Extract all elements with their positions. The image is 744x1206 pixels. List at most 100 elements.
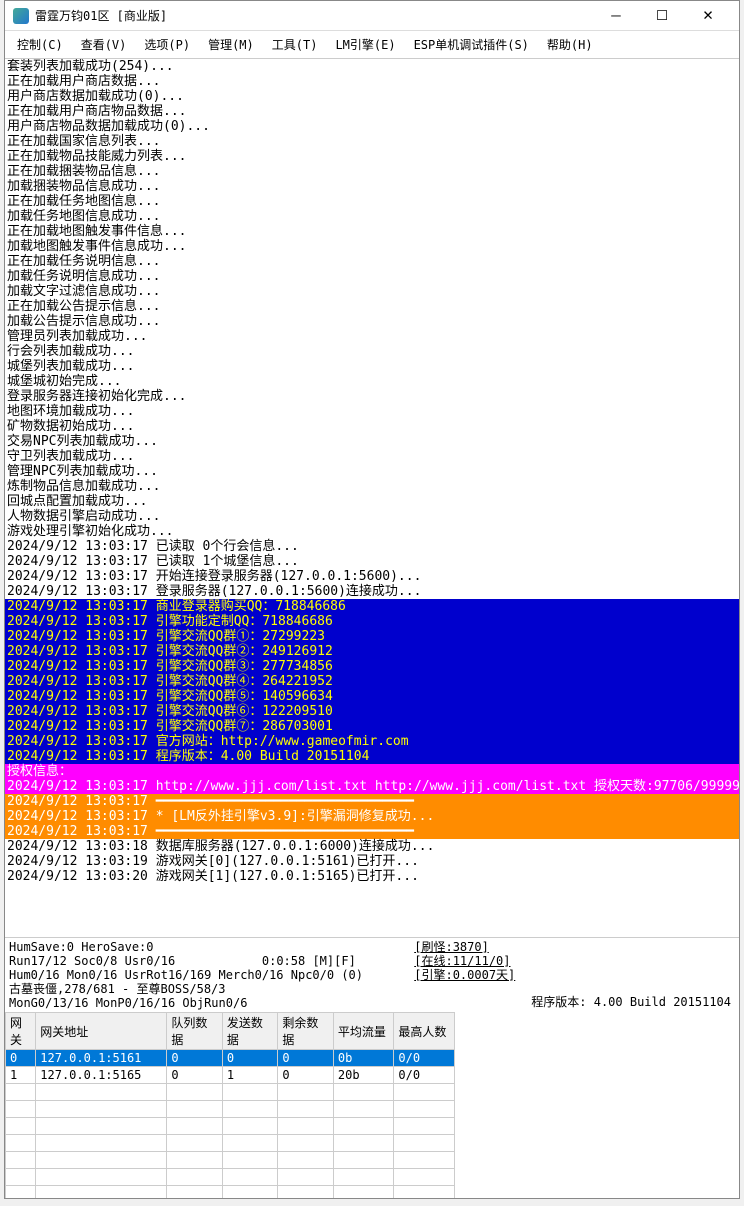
table-cell: 127.0.0.1:5161 bbox=[36, 1050, 167, 1067]
table-cell: 127.0.0.1:5165 bbox=[36, 1067, 167, 1084]
table-row[interactable]: 1127.0.0.1:516501020b0/0 bbox=[6, 1067, 455, 1084]
log-line: 管理员列表加载成功... bbox=[5, 329, 739, 344]
status-spawn: [刷怪:3870] bbox=[414, 940, 515, 954]
table-header[interactable]: 发送数据 bbox=[222, 1013, 277, 1050]
table-row[interactable] bbox=[6, 1169, 455, 1186]
log-line: 2024/9/12 13:03:17 程序版本：4.00 Build 20151… bbox=[5, 749, 739, 764]
status-hum: Hum0/16 Mon0/16 UsrRot16/169 Merch0/16 N… bbox=[9, 968, 402, 982]
log-line: 行会列表加载成功... bbox=[5, 344, 739, 359]
window-title: 雷霆万钧01区 [商业版] bbox=[35, 7, 593, 24]
status-online: [在线:11/11/0] bbox=[414, 954, 515, 968]
log-line: 炼制物品信息加载成功... bbox=[5, 479, 739, 494]
log-area[interactable]: 套装列表加载成功(254)...正在加载用户商店数据...用户商店数据加载成功(… bbox=[5, 59, 739, 937]
table-row[interactable] bbox=[6, 1101, 455, 1118]
log-line: 2024/9/12 13:03:17 引擎交流QQ群①：27299223 bbox=[5, 629, 739, 644]
status-humsave: HumSave:0 HeroSave:0 bbox=[9, 940, 402, 954]
log-line: 2024/9/12 13:03:18 数据库服务器(127.0.0.1:6000… bbox=[5, 839, 739, 854]
log-line: 正在加载任务地图信息... bbox=[5, 194, 739, 209]
log-line: 2024/9/12 13:03:17 开始连接登录服务器(127.0.0.1:5… bbox=[5, 569, 739, 584]
table-cell: 0/0 bbox=[394, 1067, 455, 1084]
table-cell: 0 bbox=[222, 1050, 277, 1067]
table-cell: 0 bbox=[167, 1050, 222, 1067]
table-row[interactable] bbox=[6, 1135, 455, 1152]
titlebar[interactable]: 雷霆万钧01区 [商业版] ─ ☐ ✕ bbox=[5, 1, 739, 31]
log-line: 正在加载捆装物品信息... bbox=[5, 164, 739, 179]
log-line: 2024/9/12 13:03:17 * [LM反外挂引擎v3.9]:引擎漏洞修… bbox=[5, 809, 739, 824]
status-time: 0:0:58 [M][F] bbox=[262, 954, 356, 968]
table-row[interactable] bbox=[6, 1186, 455, 1199]
log-line: 2024/9/12 13:03:20 游戏网关[1](127.0.0.1:516… bbox=[5, 869, 739, 884]
log-line: 2024/9/12 13:03:17 引擎交流QQ群②：249126912 bbox=[5, 644, 739, 659]
gateway-table[interactable]: 网关网关地址队列数据发送数据剩余数据平均流量最高人数 0127.0.0.1:51… bbox=[5, 1012, 455, 1198]
minimize-button[interactable]: ─ bbox=[593, 1, 639, 31]
log-line: 交易NPC列表加载成功... bbox=[5, 434, 739, 449]
table-cell: 20b bbox=[333, 1067, 394, 1084]
log-line: 2024/9/12 13:03:19 游戏网关[0](127.0.0.1:516… bbox=[5, 854, 739, 869]
menu-item[interactable]: 工具(T) bbox=[264, 33, 326, 56]
log-line: 2024/9/12 13:03:17 商业登录器购买QQ：718846686 bbox=[5, 599, 739, 614]
log-line: 2024/9/12 13:03:17 已读取 0个行会信息... bbox=[5, 539, 739, 554]
table-cell: 0 bbox=[278, 1050, 333, 1067]
log-line: 管理NPC列表加载成功... bbox=[5, 464, 739, 479]
log-line: 正在加载任务说明信息... bbox=[5, 254, 739, 269]
log-line: 回城点配置加载成功... bbox=[5, 494, 739, 509]
table-header[interactable]: 队列数据 bbox=[167, 1013, 222, 1050]
table-cell: 0 bbox=[167, 1067, 222, 1084]
log-line: 正在加载国家信息列表... bbox=[5, 134, 739, 149]
menu-item[interactable]: 查看(V) bbox=[73, 33, 135, 56]
log-line: 2024/9/12 13:03:17 引擎交流QQ群⑤：140596634 bbox=[5, 689, 739, 704]
table-cell: 0b bbox=[333, 1050, 394, 1067]
log-line: 2024/9/12 13:03:17 引擎功能定制QQ：718846686 bbox=[5, 614, 739, 629]
log-line: 用户商店数据加载成功(0)... bbox=[5, 89, 739, 104]
log-line: 游戏处理引擎初始化成功... bbox=[5, 524, 739, 539]
menubar: 控制(C)查看(V)选项(P)管理(M)工具(T)LM引擎(E)ESP单机调试插… bbox=[5, 31, 739, 59]
gateway-table-wrap[interactable]: 网关网关地址队列数据发送数据剩余数据平均流量最高人数 0127.0.0.1:51… bbox=[5, 1012, 739, 1198]
status-bar: HumSave:0 HeroSave:0 Run17/12 Soc0/8 Usr… bbox=[5, 937, 739, 1012]
maximize-button[interactable]: ☐ bbox=[639, 1, 685, 31]
table-cell: 1 bbox=[6, 1067, 36, 1084]
status-mong: MonG0/13/16 MonP0/16/16 ObjRun0/6 bbox=[9, 996, 402, 1010]
menu-item[interactable]: ESP单机调试插件(S) bbox=[406, 33, 537, 56]
table-header[interactable]: 网关地址 bbox=[36, 1013, 167, 1050]
table-row[interactable] bbox=[6, 1118, 455, 1135]
log-line: 授权信息： bbox=[5, 764, 739, 779]
log-line: 套装列表加载成功(254)... bbox=[5, 59, 739, 74]
table-cell: 0/0 bbox=[394, 1050, 455, 1067]
log-line: 正在加载公告提示信息... bbox=[5, 299, 739, 314]
log-line: 守卫列表加载成功... bbox=[5, 449, 739, 464]
log-line: 地图环境加载成功... bbox=[5, 404, 739, 419]
table-header[interactable]: 网关 bbox=[6, 1013, 36, 1050]
log-line: 2024/9/12 13:03:17 引擎交流QQ群③：277734856 bbox=[5, 659, 739, 674]
log-line: 2024/9/12 13:03:17 引擎交流QQ群④：264221952 bbox=[5, 674, 739, 689]
close-button[interactable]: ✕ bbox=[685, 1, 731, 31]
log-line: 正在加载用户商店数据... bbox=[5, 74, 739, 89]
log-line: 加载任务地图信息成功... bbox=[5, 209, 739, 224]
menu-item[interactable]: 帮助(H) bbox=[539, 33, 601, 56]
table-header[interactable]: 平均流量 bbox=[333, 1013, 394, 1050]
table-header[interactable]: 剩余数据 bbox=[278, 1013, 333, 1050]
log-line: 2024/9/12 13:03:17 引擎交流QQ群⑦：286703001 bbox=[5, 719, 739, 734]
log-line: 加载任务说明信息成功... bbox=[5, 269, 739, 284]
table-row[interactable]: 0127.0.0.1:51610000b0/0 bbox=[6, 1050, 455, 1067]
table-row[interactable] bbox=[6, 1084, 455, 1101]
app-icon bbox=[13, 8, 29, 24]
menu-item[interactable]: LM引擎(E) bbox=[327, 33, 403, 56]
log-line: 加载文字过滤信息成功... bbox=[5, 284, 739, 299]
menu-item[interactable]: 控制(C) bbox=[9, 33, 71, 56]
log-line: 2024/9/12 13:03:17 官方网站：http://www.gameo… bbox=[5, 734, 739, 749]
menu-item[interactable]: 选项(P) bbox=[136, 33, 198, 56]
log-line: 正在加载地图触发事件信息... bbox=[5, 224, 739, 239]
table-row[interactable] bbox=[6, 1152, 455, 1169]
log-line: 2024/9/12 13:03:17 http://www.jjj.com/li… bbox=[5, 779, 739, 794]
log-line: 2024/9/12 13:03:17 登录服务器(127.0.0.1:5600)… bbox=[5, 584, 739, 599]
status-map: 古墓丧僵,278/681 - 至尊BOSS/58/3 bbox=[9, 982, 402, 996]
log-line: 人物数据引擎启动成功... bbox=[5, 509, 739, 524]
log-line: 矿物数据初始成功... bbox=[5, 419, 739, 434]
menu-item[interactable]: 管理(M) bbox=[200, 33, 262, 56]
table-cell: 1 bbox=[222, 1067, 277, 1084]
log-line: 2024/9/12 13:03:17 引擎交流QQ群⑥：122209510 bbox=[5, 704, 739, 719]
log-line: 2024/9/12 13:03:17 ━━━━━━━━━━━━━━━━━━━━━… bbox=[5, 794, 739, 809]
table-header[interactable]: 最高人数 bbox=[394, 1013, 455, 1050]
log-line: 正在加载用户商店物品数据... bbox=[5, 104, 739, 119]
log-line: 加载捆装物品信息成功... bbox=[5, 179, 739, 194]
